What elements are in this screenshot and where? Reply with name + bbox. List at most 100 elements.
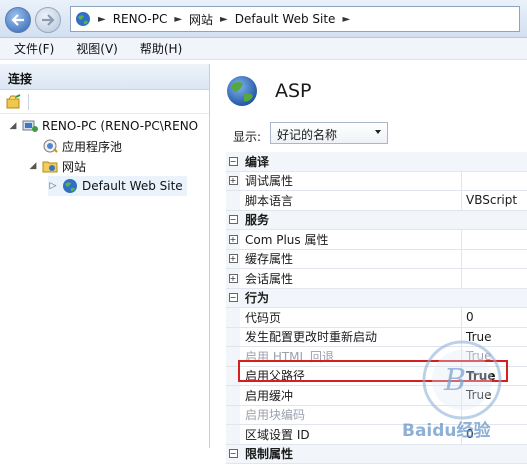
property-value[interactable] xyxy=(462,250,527,269)
property-value[interactable]: 0 xyxy=(462,308,527,327)
property-name: 缓存属性 xyxy=(240,250,293,267)
page-header: ASP xyxy=(213,64,527,120)
display-label: 显示: xyxy=(233,128,261,145)
forward-arrow-icon xyxy=(41,14,55,26)
row-gutter xyxy=(226,386,240,405)
menu-help[interactable]: 帮助(H) xyxy=(126,40,190,57)
property-value[interactable]: VBScript xyxy=(462,191,527,210)
globe-icon xyxy=(61,178,79,194)
asp-globe-icon xyxy=(225,74,259,108)
globe-icon xyxy=(75,11,91,27)
category-row[interactable]: −限制属性 xyxy=(226,445,527,464)
property-name-cell: 代码页 xyxy=(226,308,462,327)
property-name: 启用 HTML 回退 xyxy=(240,348,334,365)
property-name: 服务 xyxy=(240,211,269,228)
property-row[interactable]: 区域设置 ID0 xyxy=(226,425,527,445)
expand-icon[interactable]: + xyxy=(229,254,238,263)
collapse-icon[interactable]: − xyxy=(229,449,238,458)
property-row[interactable]: 启用 HTML 回退 True xyxy=(226,347,527,367)
expand-icon[interactable]: + xyxy=(229,176,238,185)
menu-bar: 文件(F) 视图(V) 帮助(H) xyxy=(0,38,527,60)
property-name: 启用缓冲 xyxy=(240,387,293,404)
property-name-cell: −限制属性 xyxy=(226,445,462,464)
row-gutter: − xyxy=(226,445,240,464)
collapse-icon[interactable]: ◢ xyxy=(28,161,38,171)
property-name-cell: 启用父路径 xyxy=(226,367,462,386)
row-gutter: − xyxy=(226,152,240,171)
connections-panel: 连接 ◢ RENO-PC (RENO-PC\RENO 应用程序池 ◢ 网站 ▷ … xyxy=(0,64,210,448)
feature-panel: ASP 显示: 好记的名称 −编译+调试属性脚本语言VBScript−服务+Co… xyxy=(213,64,527,448)
property-group-row[interactable]: +Com Plus 属性 xyxy=(226,230,527,250)
property-name: 行为 xyxy=(240,289,269,306)
tree-item-label: 网站 xyxy=(62,158,86,175)
back-button[interactable] xyxy=(5,7,31,33)
row-gutter xyxy=(226,406,240,425)
property-group-row[interactable]: +调试属性 xyxy=(226,172,527,192)
chevron-down-icon xyxy=(375,130,381,134)
folder-icon xyxy=(41,158,59,174)
property-value[interactable]: True xyxy=(462,328,527,347)
tree-item-server[interactable]: ◢ RENO-PC (RENO-PC\RENO xyxy=(8,116,198,136)
property-value[interactable]: True xyxy=(462,347,527,366)
row-gutter xyxy=(226,425,240,444)
property-row[interactable]: 启用块编码 xyxy=(226,406,527,426)
category-row[interactable]: −编译 xyxy=(226,152,527,172)
property-value[interactable] xyxy=(462,269,527,288)
property-name-cell: +调试属性 xyxy=(226,172,462,191)
expand-icon[interactable]: + xyxy=(229,235,238,244)
property-value[interactable] xyxy=(462,230,527,249)
tree-item-app-pools[interactable]: 应用程序池 xyxy=(28,136,122,156)
property-name: 会话属性 xyxy=(240,270,293,287)
app-pool-icon xyxy=(41,138,59,154)
row-gutter xyxy=(226,308,240,327)
property-name-cell: 启用缓冲 xyxy=(226,386,462,405)
tree-item-label: Default Web Site xyxy=(82,179,183,193)
property-value[interactable]: True xyxy=(462,386,527,405)
property-name: 发生配置更改时重新启动 xyxy=(240,328,377,345)
breadcrumb-item[interactable]: RENO-PC xyxy=(113,12,168,26)
tree-item-default-web-site[interactable]: ▷ Default Web Site xyxy=(48,176,187,196)
tree-item-sites[interactable]: ◢ 网站 xyxy=(28,156,86,176)
property-value[interactable]: True xyxy=(462,367,527,386)
property-name-cell: +缓存属性 xyxy=(226,250,462,269)
property-group-row[interactable]: +缓存属性 xyxy=(226,250,527,270)
menu-file[interactable]: 文件(F) xyxy=(0,40,62,57)
connect-icon[interactable] xyxy=(6,94,22,110)
row-gutter: + xyxy=(226,172,240,191)
category-row[interactable]: −服务 xyxy=(226,211,527,231)
forward-button[interactable] xyxy=(35,7,61,33)
property-row[interactable]: 启用父路径True xyxy=(226,367,527,387)
property-row[interactable]: 启用缓冲 True xyxy=(226,386,527,406)
collapse-icon[interactable]: − xyxy=(229,293,238,302)
connections-toolbar xyxy=(0,90,209,114)
tree-item-label: 应用程序池 xyxy=(62,138,122,155)
breadcrumb-item[interactable]: Default Web Site xyxy=(235,12,336,26)
property-row[interactable]: 代码页0 xyxy=(226,308,527,328)
display-mode-select[interactable]: 好记的名称 xyxy=(270,122,388,144)
property-name: 脚本语言 xyxy=(240,192,293,209)
page-title: ASP xyxy=(275,80,312,102)
property-group-row[interactable]: +会话属性 xyxy=(226,269,527,289)
property-value[interactable] xyxy=(462,172,527,191)
property-row[interactable]: 发生配置更改时重新启动 True xyxy=(226,328,527,348)
breadcrumb-item[interactable]: 网站 xyxy=(189,11,213,28)
collapse-icon[interactable]: ◢ xyxy=(8,121,18,131)
expand-icon[interactable]: ▷ xyxy=(48,181,58,191)
row-gutter: + xyxy=(226,269,240,288)
row-gutter: + xyxy=(226,250,240,269)
property-name: 调试属性 xyxy=(240,172,293,189)
property-name-cell: 启用 HTML 回退 xyxy=(226,347,462,366)
property-row[interactable]: 脚本语言 VBScript xyxy=(226,191,527,211)
property-value[interactable]: 0 xyxy=(462,425,527,444)
server-icon xyxy=(21,118,39,134)
category-row[interactable]: −行为 xyxy=(226,289,527,309)
menu-view[interactable]: 视图(V) xyxy=(62,40,126,57)
toolbar-divider xyxy=(28,94,29,110)
collapse-icon[interactable]: − xyxy=(229,157,238,166)
property-name-cell: −行为 xyxy=(226,289,462,308)
row-gutter: − xyxy=(226,289,240,308)
expand-icon[interactable]: + xyxy=(229,274,238,283)
address-path[interactable]: ► RENO-PC ► 网站 ► Default Web Site ► xyxy=(70,6,520,32)
property-value[interactable] xyxy=(462,406,527,425)
collapse-icon[interactable]: − xyxy=(229,215,238,224)
